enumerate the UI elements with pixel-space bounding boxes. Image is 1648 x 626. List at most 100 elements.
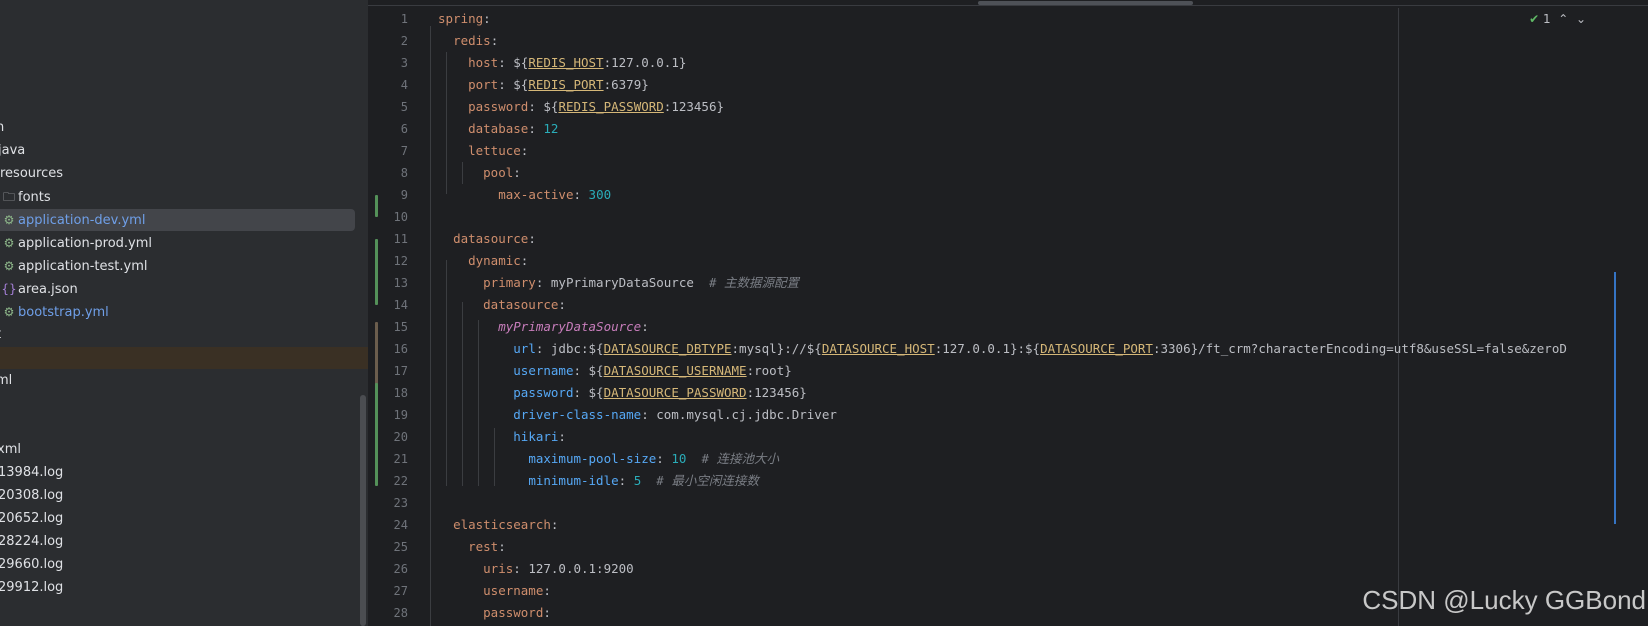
code-line: password: ${DATASOURCE_PASSWORD:123456} [513,385,807,400]
watermark: CSDN @Lucky GGBond [1362,585,1646,615]
code-line: maximum-pool-size: 10 # 连接池大小 [528,451,779,466]
tree-item-log[interactable]: 29660.log [0,554,63,576]
code-line: myPrimaryDataSource: [498,319,649,334]
line-number: 10 [393,210,408,224]
tree-item-label: area.json [18,282,78,297]
line-number: 18 [393,386,408,400]
tree-item-java[interactable]: java [0,140,25,162]
tree-item-label: 20652.log [0,511,64,526]
tree-item-label: ml [0,373,13,388]
line-number: 3 [400,56,408,70]
line-number: 1 [400,12,408,26]
change-marker[interactable] [375,239,378,305]
code-editor[interactable]: ✔ 1 ⌃ ⌄ 1 2 3 4 5 6 7 8 9 10 11 12 13 14… [368,0,1648,626]
tree-item-highlighted[interactable] [0,347,368,369]
code-line: redis: [453,33,499,48]
code-line: elasticsearch: [453,517,559,532]
code-line: hikari: [513,429,566,444]
tree-item-label: application-prod.yml [18,236,153,251]
line-number: 11 [393,232,408,246]
tree-item-label: bootstrap.yml [18,305,109,320]
code-line: dynamic: [468,253,529,268]
tree-item-log[interactable]: 13984.log [0,462,63,484]
tree-item-label: n [0,120,5,135]
code-line: max-active: 300 [498,187,612,202]
indent-guide [430,26,431,626]
line-number: 15 [393,320,408,334]
tree-item-fonts[interactable]: 🗀 fonts [0,186,51,208]
project-tree: n java resources 🗀 fonts ⚙ application-dev… [0,0,368,626]
tree-item-label: application-dev.yml [18,213,146,228]
tree-item-application-dev[interactable]: ⚙ application-dev.yml [0,209,355,231]
line-number: 7 [400,144,408,158]
code-line: datasource: [453,231,536,246]
tree-item-label: 29912.log [0,580,64,595]
line-number: 26 [393,562,408,576]
line-number: 8 [400,166,408,180]
code-line: uris: 127.0.0.1:9200 [483,561,634,576]
tree-item-label: resources [0,166,64,181]
line-number: 19 [393,408,408,422]
code-line: spring: [438,11,491,26]
code-line: pool: [483,165,521,180]
tree-item-bootstrap[interactable]: ⚙ bootstrap.yml [0,301,109,323]
yaml-file-icon: ⚙ [3,259,15,273]
tree-item-label: t [0,327,1,342]
tree-item[interactable]: ml [0,370,12,392]
tree-item[interactable]: xml [0,439,21,461]
yaml-file-icon: ⚙ [3,213,15,227]
line-number: 5 [400,100,408,114]
line-number: 4 [400,78,408,92]
code-line: database: 12 [468,121,559,136]
tree-item-label: java [0,143,26,158]
line-number: 24 [393,518,408,532]
code-line: minimum-idle: 5 # 最小空闲连接数 [528,473,759,488]
code-line: port: ${REDIS_PORT:6379} [468,77,649,92]
sidebar-scrollbar[interactable] [360,395,366,626]
line-number: 25 [393,540,408,554]
line-number: 17 [393,364,408,378]
line-number: 20 [393,430,408,444]
code-line: primary: myPrimaryDataSource # 主数据源配置 [483,275,799,290]
tree-item[interactable]: n [0,117,4,139]
tree-item-log[interactable]: 20308.log [0,485,63,507]
line-number: 27 [393,584,408,598]
tree-item-log[interactable]: 20652.log [0,508,63,530]
line-number: 23 [393,496,408,510]
code-line: password: ${REDIS_PASSWORD:123456} [468,99,725,114]
code-line: username: ${DATASOURCE_USERNAME:root} [513,363,792,378]
tree-item-application-test[interactable]: ⚙ application-test.yml [0,255,148,277]
folder-icon: 🗀 [2,190,15,204]
tree-item-area-json[interactable]: {}area.json [0,278,78,300]
code-line: driver-class-name: com.mysql.cj.jdbc.Dri… [513,407,837,422]
code-line: lettuce: [468,143,529,158]
tree-item-resources[interactable]: resources [0,163,63,185]
code-lines[interactable]: spring: redis: host: ${REDIS_HOST:127.0.… [438,8,1648,624]
code-line: rest: [468,539,506,554]
line-number: 6 [400,122,408,136]
line-number: 2 [400,34,408,48]
change-marker[interactable] [375,383,378,486]
code-line: datasource: [483,297,566,312]
tree-item-log[interactable]: 29912.log [0,577,63,599]
tree-item-label: 29660.log [0,557,64,572]
yaml-file-icon: ⚙ [3,305,15,319]
tree-item[interactable]: t [0,324,1,346]
change-marker-modified[interactable] [375,322,378,388]
line-number: 12 [393,254,408,268]
yaml-file-icon: ⚙ [3,236,15,250]
line-number: 9 [400,188,408,202]
tree-item-log[interactable]: 28224.log [0,531,63,553]
tree-item-label: xml [0,442,21,457]
json-file-icon: {} [1,282,17,296]
change-marker[interactable] [375,195,378,217]
tree-item-label: application-test.yml [18,259,148,274]
line-number: 16 [393,342,408,356]
tree-item-label: 20308.log [0,488,64,503]
line-number: 21 [393,452,408,466]
line-number: 28 [393,606,408,620]
horizontal-scrollbar[interactable] [978,1,1193,5]
tree-item-application-prod[interactable]: ⚙ application-prod.yml [0,232,152,254]
